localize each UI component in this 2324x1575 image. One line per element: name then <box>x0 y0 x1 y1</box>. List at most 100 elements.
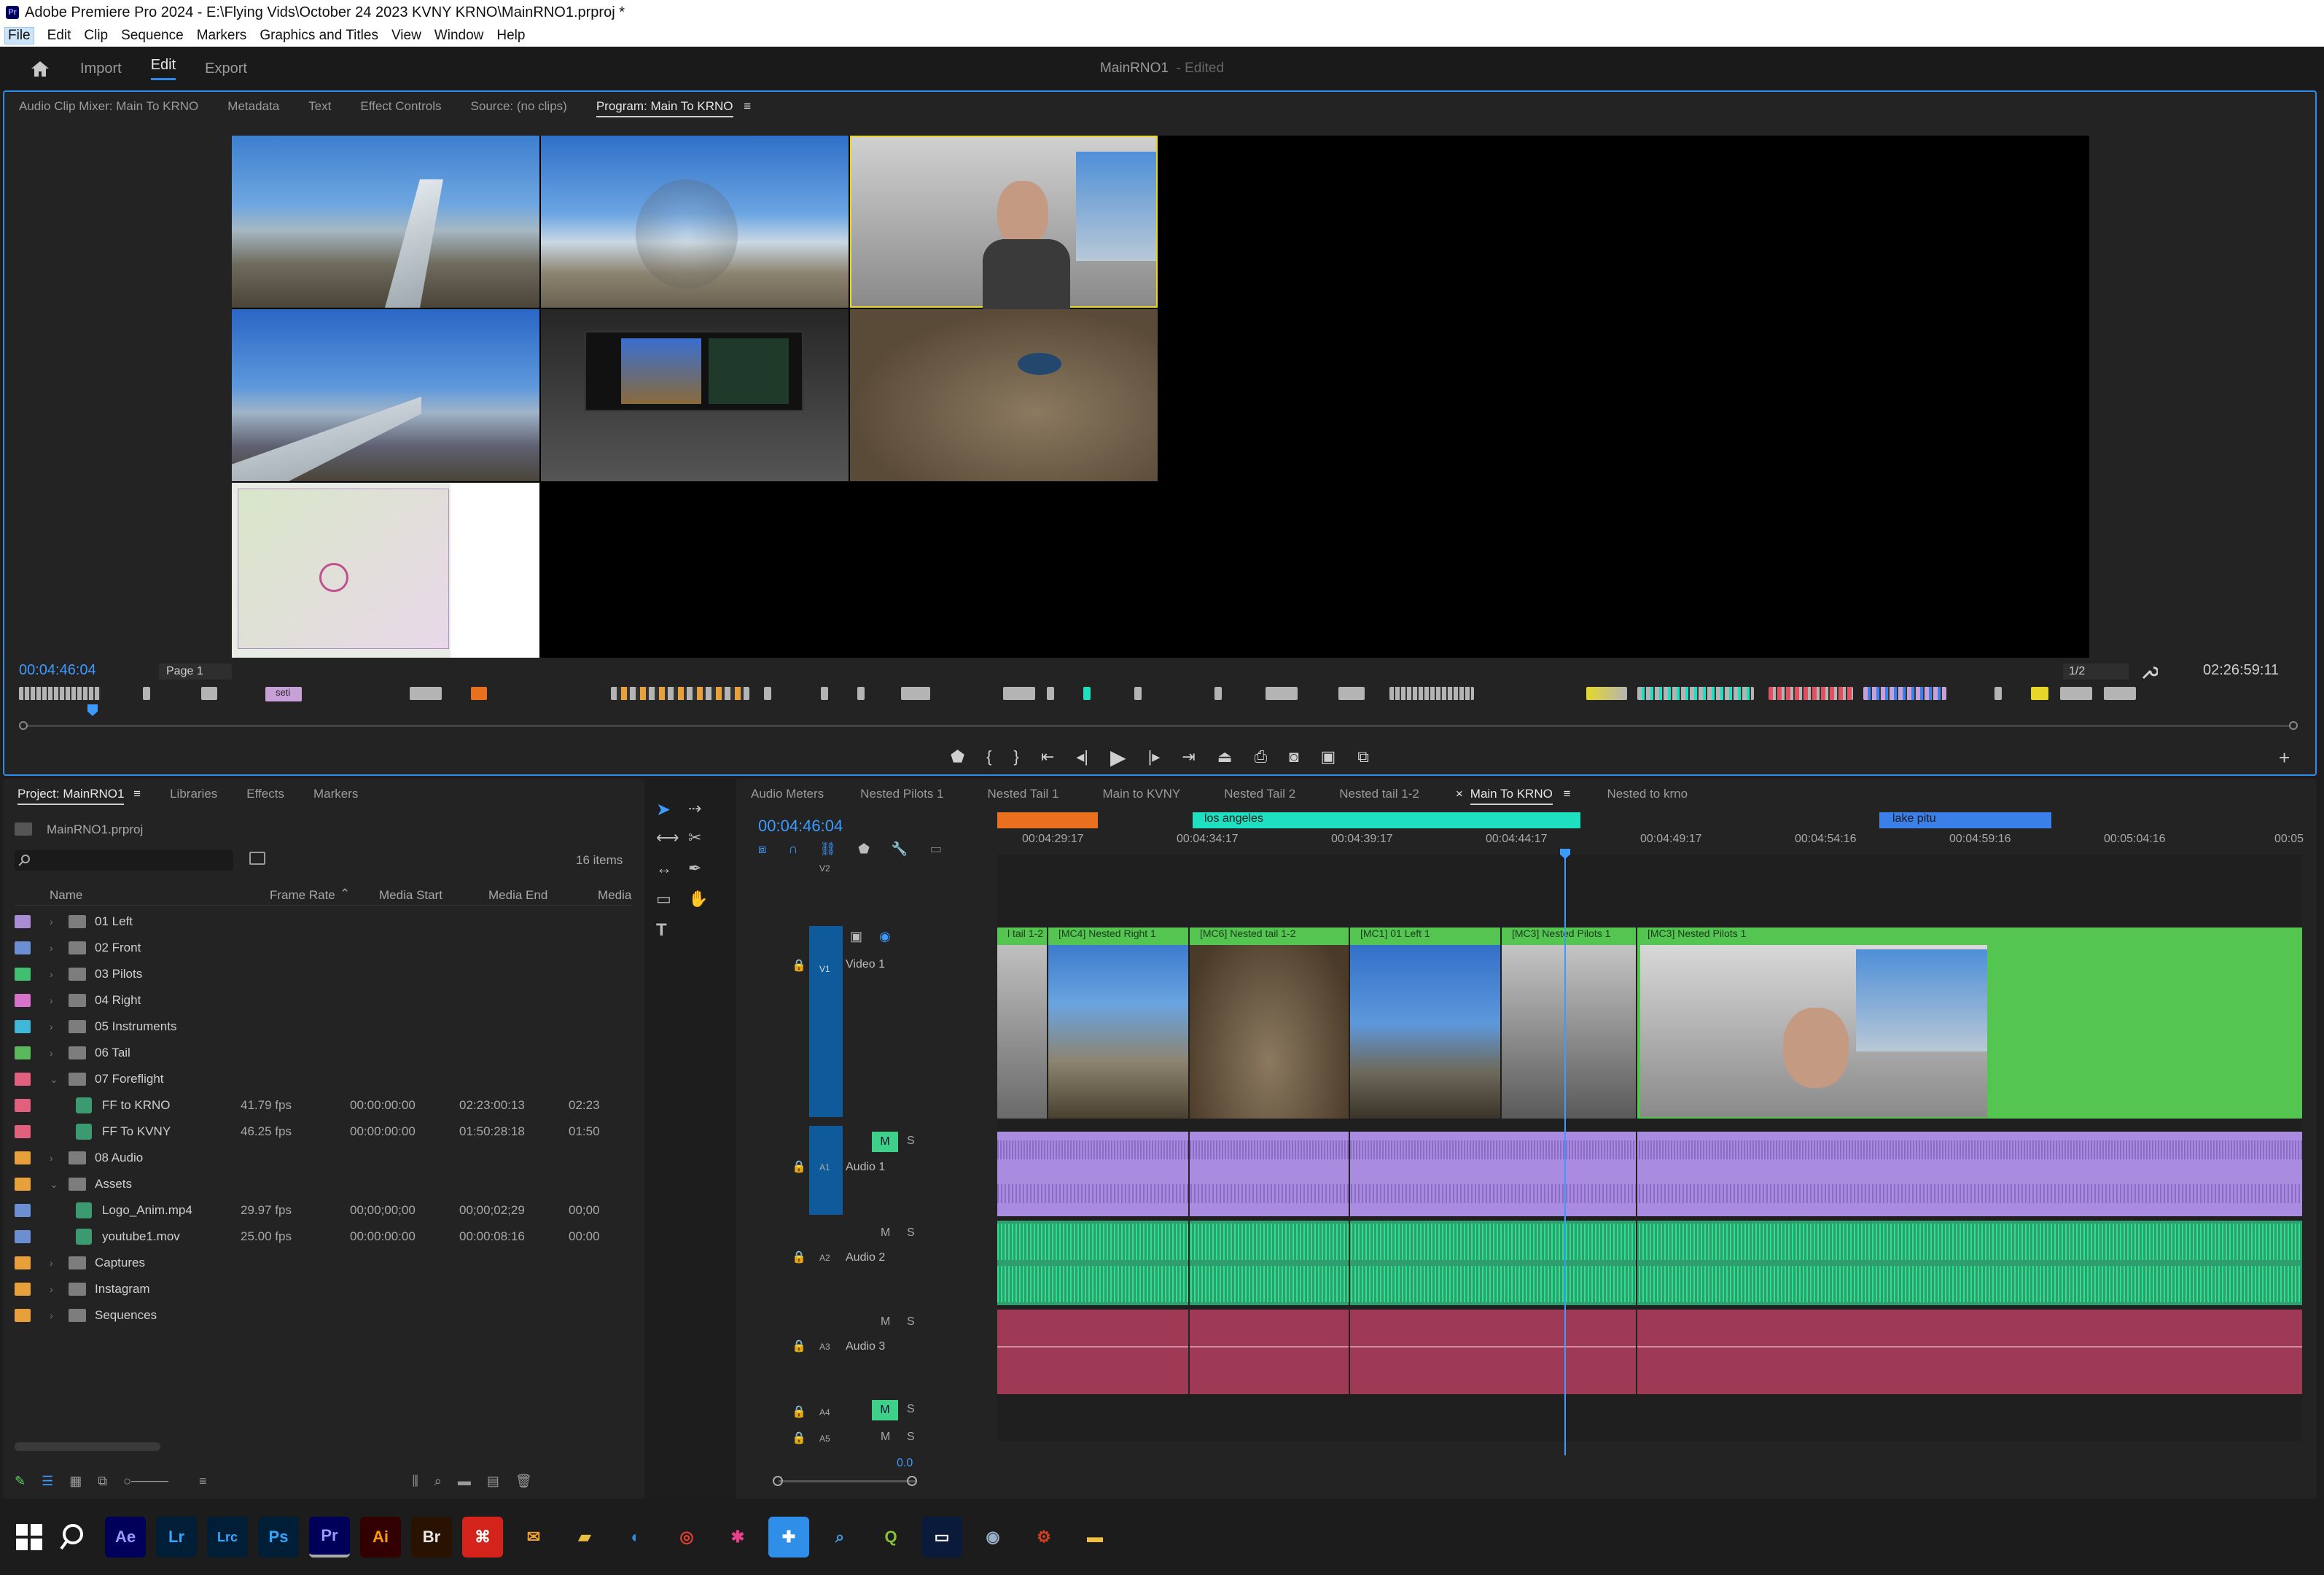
new-bin-icon[interactable]: ▬ <box>458 1474 471 1489</box>
marker[interactable] <box>611 687 749 700</box>
label-color[interactable] <box>15 1178 31 1191</box>
multicam-angle-4[interactable] <box>232 309 539 481</box>
razor-tool-icon[interactable]: ✂ <box>688 828 701 847</box>
tab-audio-meters[interactable]: Audio Meters <box>736 787 838 801</box>
solo-button-a5[interactable]: S <box>907 1431 915 1444</box>
rectangle-tool-icon[interactable]: ▭ <box>656 890 671 909</box>
mute-button-a1[interactable]: M <box>872 1132 898 1152</box>
mute-button-a2[interactable]: M <box>881 1226 890 1240</box>
freeform-view-icon[interactable]: ⧉ <box>98 1474 107 1489</box>
list-item[interactable]: › 05 Instruments <box>15 1014 633 1040</box>
expand-icon[interactable]: › <box>50 1310 63 1321</box>
multicam-angle-5[interactable] <box>541 309 849 481</box>
marker[interactable] <box>1994 687 2002 700</box>
audio-clip-a1[interactable] <box>997 1132 2302 1216</box>
clip-edge[interactable] <box>1636 1132 1637 1394</box>
magnifier-app-icon[interactable]: ⌕ <box>819 1517 860 1558</box>
column-name[interactable]: Name <box>50 888 82 903</box>
play-icon[interactable]: ▶ <box>1110 745 1126 769</box>
tab-program[interactable]: Program: Main To KRNO ≡ <box>582 99 765 117</box>
marker[interactable] <box>857 687 865 700</box>
video-clip[interactable]: [MC6] Nested tail 1-2 <box>1190 928 1349 1119</box>
zoom-handle-left[interactable] <box>773 1476 783 1486</box>
toggle-output-icon[interactable]: ◉ <box>879 929 891 944</box>
lock-icon[interactable]: 🔒 <box>792 1159 806 1174</box>
marker[interactable] <box>143 687 150 700</box>
selection-tool-icon[interactable]: ➤ <box>656 799 671 820</box>
source-patch-v1[interactable] <box>809 926 843 1117</box>
expand-icon[interactable]: › <box>50 968 63 980</box>
pencil-icon[interactable]: ✎ <box>15 1474 26 1489</box>
go-to-in-icon[interactable]: ⇤ <box>1041 747 1054 766</box>
tab-metadata[interactable]: Metadata <box>213 99 294 114</box>
lock-icon[interactable]: 🔒 <box>792 1250 806 1264</box>
list-item[interactable]: › 04 Right <box>15 987 633 1014</box>
lift-icon[interactable]: ⏏ <box>1217 747 1233 766</box>
track-target-a3[interactable]: A3 <box>819 1342 830 1352</box>
hand-tool-icon[interactable]: ✋ <box>688 890 708 909</box>
marker[interactable] <box>1338 687 1365 700</box>
find-icon[interactable]: ⌕ <box>434 1474 442 1489</box>
multicam-angle-7-map[interactable] <box>232 483 539 658</box>
solo-button-a1[interactable]: S <box>907 1135 915 1148</box>
windows-start-icon[interactable] <box>15 1522 44 1552</box>
step-forward-icon[interactable]: |▸ <box>1148 747 1161 766</box>
timeline-playhead-line[interactable] <box>1564 858 1566 1455</box>
label-color[interactable] <box>15 968 31 981</box>
column-frame-rate[interactable]: Frame Rate <box>270 888 335 903</box>
timeline-zoom-bar[interactable] <box>779 1480 917 1482</box>
tab-nested-tail-2[interactable]: Nested Tail 2 <box>1202 787 1317 801</box>
list-item[interactable]: › Instagram <box>15 1276 633 1302</box>
tab-main-to-kvny[interactable]: Main to KVNY <box>1080 787 1202 801</box>
list-item[interactable]: › 03 Pilots <box>15 961 633 987</box>
trash-icon[interactable]: 🗑 <box>515 1474 532 1489</box>
mark-in-icon[interactable]: { <box>986 747 991 766</box>
marker[interactable] <box>2060 687 2092 700</box>
type-tool-icon[interactable]: T <box>656 920 667 941</box>
label-color[interactable] <box>15 1046 31 1059</box>
video-clip[interactable]: l tail 1-2 <box>997 928 1047 1119</box>
multicam-icon[interactable]: ▣ <box>1320 747 1335 766</box>
chrome-icon[interactable]: ◎ <box>666 1517 707 1558</box>
photoshop-icon[interactable]: Ps <box>258 1517 299 1558</box>
mute-button-a5[interactable]: M <box>881 1431 890 1444</box>
marker[interactable] <box>1586 687 1627 700</box>
add-marker-icon[interactable]: ⬟ <box>951 747 964 766</box>
page-select[interactable]: Page 1 <box>159 664 232 680</box>
sort-icons-icon[interactable]: ≡ <box>199 1474 207 1489</box>
marker[interactable] <box>201 687 217 700</box>
go-to-out-icon[interactable]: ⇥ <box>1182 747 1195 766</box>
mail-icon[interactable]: ✉ <box>513 1517 554 1558</box>
solo-button-a3[interactable]: S <box>907 1315 915 1329</box>
list-item[interactable]: ⌄ Assets <box>15 1171 633 1197</box>
column-media-end[interactable]: Media End <box>488 888 547 903</box>
home-icon[interactable] <box>29 59 51 78</box>
sort-ascending-icon[interactable]: ⌃ <box>340 887 350 901</box>
timeline-marker-orange[interactable] <box>997 812 1098 828</box>
list-item[interactable]: FF To KVNY 46.25 fps 00:00:00:00 01:50:28:1… <box>15 1119 633 1145</box>
label-color[interactable] <box>15 1256 31 1269</box>
lock-icon[interactable]: 🔒 <box>792 958 806 973</box>
menu-graphics[interactable]: Graphics and Titles <box>260 28 378 44</box>
add-marker-icon[interactable]: ⬟ <box>858 841 870 859</box>
project-search-input[interactable] <box>15 850 233 871</box>
marker[interactable] <box>1134 687 1142 700</box>
zoom-handle-right[interactable] <box>2289 721 2298 730</box>
marker[interactable] <box>2031 687 2048 700</box>
list-item[interactable]: › 01 Left <box>15 909 633 935</box>
icon-view-icon[interactable]: ▦ <box>69 1474 82 1489</box>
menu-file[interactable]: File <box>4 27 34 44</box>
multicam-angle-6[interactable] <box>850 309 1158 481</box>
track-target-a5[interactable]: A5 <box>819 1434 830 1444</box>
monitor-scrub-bar[interactable] <box>19 704 2301 734</box>
menu-clip[interactable]: Clip <box>84 28 108 44</box>
label-color[interactable] <box>15 994 31 1007</box>
nest-toggle-icon[interactable]: ⧈ <box>758 841 766 859</box>
marker[interactable] <box>1389 687 1474 700</box>
tab-libraries[interactable]: Libraries <box>155 787 232 801</box>
track-target-a4[interactable]: A4 <box>819 1407 830 1418</box>
audio-clip-a3[interactable] <box>997 1310 2302 1394</box>
zoom-handle-left[interactable] <box>19 721 28 730</box>
zoom-slider[interactable]: ○──── <box>123 1474 168 1489</box>
marker[interactable] <box>2104 687 2136 700</box>
